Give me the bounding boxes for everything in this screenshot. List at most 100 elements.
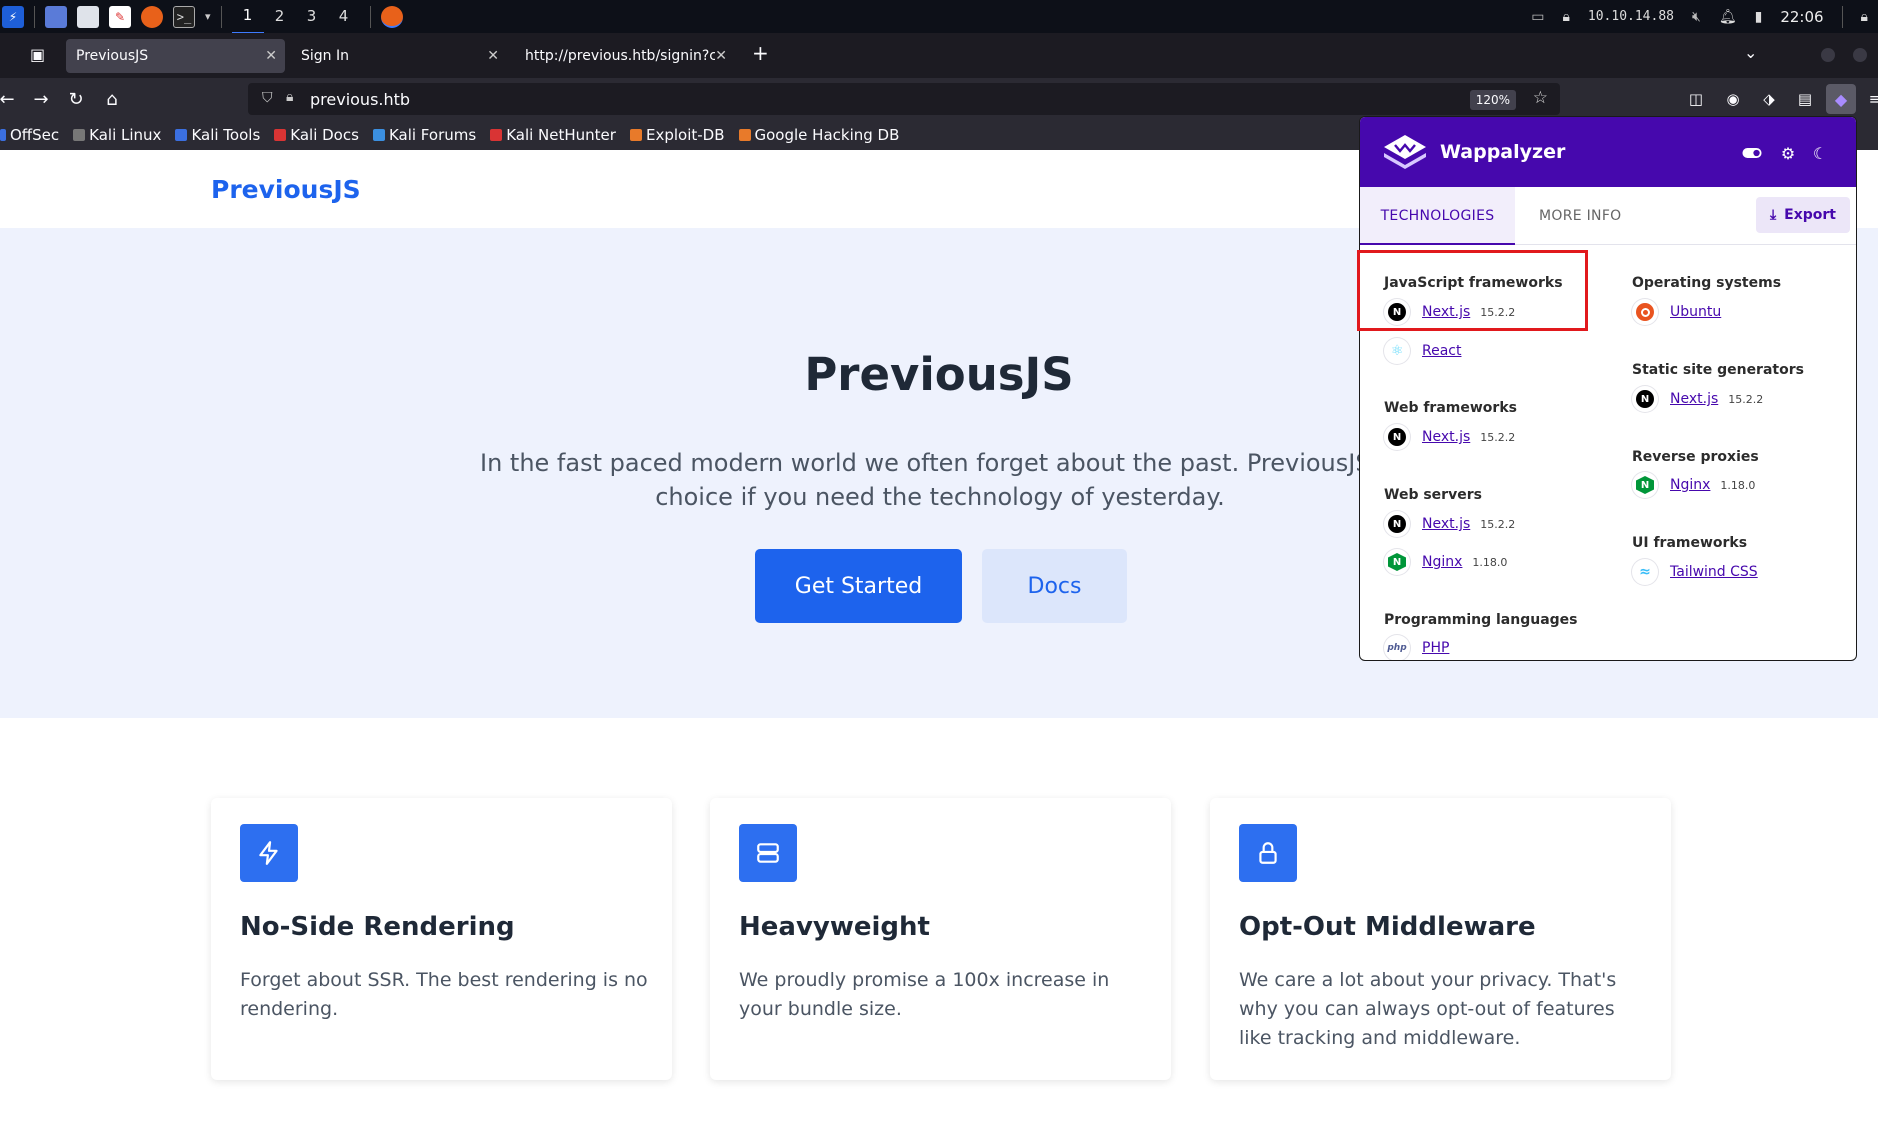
- pocket-icon[interactable]: ◫: [1683, 86, 1709, 112]
- hero-lead-line-1: In the fast paced modern world we often …: [480, 449, 1469, 477]
- tech-name[interactable]: Nginx: [1422, 554, 1462, 570]
- tech-name[interactable]: Next.js: [1670, 391, 1718, 407]
- tech-name[interactable]: Nginx: [1670, 477, 1710, 493]
- bookmark-offsec[interactable]: OffSec: [0, 126, 59, 144]
- close-icon[interactable]: ✕: [265, 48, 277, 64]
- tech-name[interactable]: Ubuntu: [1670, 304, 1721, 320]
- workspace-4[interactable]: 4: [328, 0, 360, 33]
- navigation-bar: ← → ↻ ⌂ ⛉ 🔒︎ previous.htb 120% ☆ ◫ ◉ ⬗ ▤…: [0, 78, 1878, 120]
- tech-name[interactable]: React: [1422, 343, 1461, 359]
- desktop-icon[interactable]: [45, 5, 67, 28]
- menu-icon[interactable]: ≡: [1862, 86, 1878, 112]
- tech-nginx[interactable]: N Nginx 1.18.0: [1384, 548, 1507, 576]
- notification-bell-icon[interactable]: 🔔︎: [1719, 9, 1737, 25]
- wappalyzer-popup: Wappalyzer ⚙ ☾ TECHNOLOGIES MORE INFO ⤓ …: [1359, 116, 1857, 661]
- nextjs-icon: N: [1632, 386, 1658, 412]
- bookmark-kali-linux[interactable]: Kali Linux: [73, 126, 161, 144]
- tab-more-info[interactable]: MORE INFO: [1539, 187, 1622, 245]
- tech-nextjs[interactable]: N Next.js 15.2.2: [1384, 423, 1515, 451]
- new-tab-icon[interactable]: +: [752, 41, 769, 65]
- url-text[interactable]: previous.htb: [310, 90, 410, 109]
- settings-gear-icon[interactable]: ⚙: [1778, 143, 1798, 163]
- terminal-icon[interactable]: >_: [173, 5, 195, 28]
- kali-dragon-icon: [73, 129, 86, 141]
- lock-icon[interactable]: 🔒︎: [286, 89, 293, 105]
- tab-overview-icon[interactable]: ▣: [30, 45, 45, 64]
- extensions-icon[interactable]: ⬗: [1756, 86, 1782, 112]
- volume-muted-icon[interactable]: 🔇︎: [1692, 9, 1701, 25]
- tech-tailwind-css[interactable]: ≈ Tailwind CSS: [1632, 558, 1758, 586]
- back-icon[interactable]: ←: [0, 86, 20, 112]
- text-editor-icon[interactable]: ✎: [109, 5, 131, 28]
- tech-nginx[interactable]: N Nginx 1.18.0: [1632, 471, 1755, 499]
- workspace-1[interactable]: 1: [231, 0, 264, 34]
- toggle-icon[interactable]: [1742, 143, 1762, 163]
- screen-icon[interactable]: ▭: [1531, 9, 1544, 25]
- tech-ubuntu[interactable]: Ubuntu: [1632, 298, 1721, 326]
- dark-mode-moon-icon[interactable]: ☾: [1810, 143, 1830, 163]
- site-brand-link[interactable]: PreviousJS: [211, 175, 361, 204]
- get-started-button[interactable]: Get Started: [755, 549, 962, 623]
- feature-title: Heavyweight: [739, 912, 930, 942]
- docs-button[interactable]: Docs: [982, 549, 1127, 623]
- hero-lead: In the fast paced modern world we often …: [480, 446, 1469, 514]
- tailwind-icon: ≈: [1632, 559, 1658, 585]
- react-icon: ⚛: [1384, 338, 1410, 364]
- workspace-2[interactable]: 2: [264, 0, 296, 33]
- bookmark-exploit-db[interactable]: Exploit-DB: [629, 126, 725, 144]
- tab-sign-in[interactable]: Sign In ✕: [291, 39, 507, 73]
- feature-card-no-side-rendering: No-Side Rendering Forget about SSR. The …: [211, 798, 672, 1080]
- chevron-down-icon[interactable]: ▾: [205, 10, 211, 23]
- tech-name[interactable]: Tailwind CSS: [1670, 564, 1758, 580]
- vpn-lock-icon: 🔒︎: [1562, 8, 1570, 25]
- tech-nextjs[interactable]: N Next.js 15.2.2: [1384, 510, 1515, 538]
- feature-text: We proudly promise a 100x increase in yo…: [739, 969, 1110, 1020]
- bookmark-star-icon[interactable]: ☆: [1533, 88, 1548, 108]
- tech-nextjs[interactable]: N Next.js 15.2.2: [1632, 385, 1763, 413]
- nethunter-icon: [490, 129, 503, 141]
- shield-icon[interactable]: ⛉: [262, 90, 273, 106]
- wappalyzer-extension-icon[interactable]: ◆: [1826, 84, 1856, 114]
- tech-name[interactable]: Next.js: [1422, 429, 1470, 445]
- firefox-window-icon[interactable]: [380, 5, 403, 28]
- forward-icon[interactable]: →: [28, 86, 54, 112]
- tech-version: 15.2.2: [1480, 517, 1516, 531]
- minimize-icon[interactable]: [1821, 48, 1835, 62]
- bookmark-kali-nethunter[interactable]: Kali NetHunter: [490, 126, 616, 144]
- zoom-level[interactable]: 120%: [1469, 90, 1516, 110]
- close-window-icon[interactable]: [1853, 48, 1867, 62]
- tech-version: 1.18.0: [1720, 478, 1756, 492]
- tech-name[interactable]: Next.js: [1422, 516, 1470, 532]
- home-icon[interactable]: ⌂: [99, 86, 125, 112]
- tech-name[interactable]: PHP: [1422, 640, 1449, 656]
- tab-technologies[interactable]: TECHNOLOGIES: [1360, 187, 1515, 245]
- bookmark-google-hacking-db[interactable]: Google Hacking DB: [738, 126, 899, 144]
- bookmark-kali-tools[interactable]: Kali Tools: [175, 126, 260, 144]
- reload-icon[interactable]: ↻: [63, 86, 89, 112]
- kali-menu-icon[interactable]: ⚡: [2, 5, 24, 28]
- workspace-3[interactable]: 3: [296, 0, 328, 33]
- browser-tab-bar: ▣ PreviousJS ✕ Sign In ✕ http://previous…: [0, 33, 1878, 78]
- container-icon[interactable]: ▤: [1792, 86, 1818, 112]
- tab-signin-url[interactable]: http://previous.htb/signin?ca ✕: [515, 39, 735, 73]
- nextjs-icon: N: [1384, 511, 1410, 537]
- kali-forums-icon: [372, 129, 385, 141]
- file-manager-icon[interactable]: [77, 5, 99, 28]
- tab-previousjs[interactable]: PreviousJS ✕: [66, 39, 285, 73]
- firefox-launcher-icon[interactable]: [141, 5, 163, 28]
- php-icon: php: [1384, 635, 1410, 660]
- export-button[interactable]: ⤓ Export: [1756, 197, 1850, 233]
- url-bar[interactable]: ⛉ 🔒︎ previous.htb 120% ☆: [248, 83, 1560, 115]
- tech-php[interactable]: php PHP: [1384, 634, 1449, 660]
- bookmark-kali-forums[interactable]: Kali Forums: [372, 126, 476, 144]
- tech-react[interactable]: ⚛ React: [1384, 337, 1461, 365]
- category-web-servers: Web servers: [1384, 487, 1482, 503]
- tab-list-chevron-icon[interactable]: ⌄: [1744, 43, 1757, 62]
- close-icon[interactable]: ✕: [715, 48, 727, 64]
- lock-screen-icon[interactable]: 🔒︎: [1861, 9, 1868, 25]
- nginx-icon: N: [1384, 549, 1410, 575]
- bookmark-kali-docs[interactable]: Kali Docs: [274, 126, 359, 144]
- account-icon[interactable]: ◉: [1720, 86, 1746, 112]
- close-icon[interactable]: ✕: [487, 48, 499, 64]
- highlight-box: [1357, 250, 1588, 331]
